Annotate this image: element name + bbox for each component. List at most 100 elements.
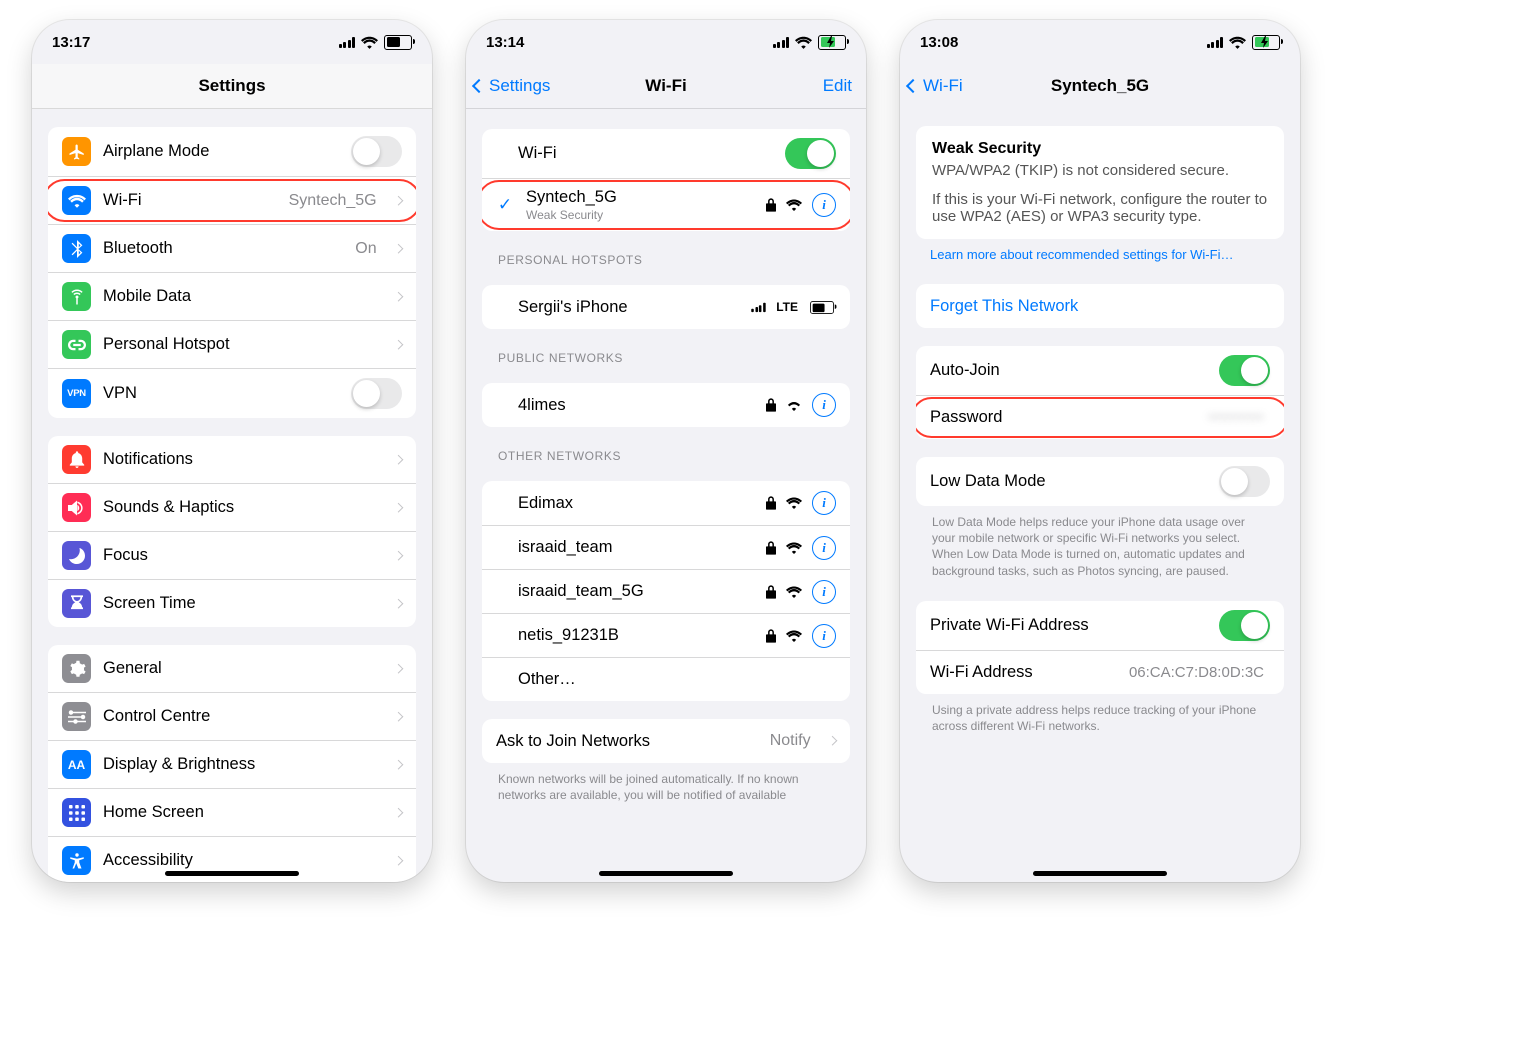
wifi-signal-icon <box>786 199 802 211</box>
back-button[interactable]: Wi-Fi <box>908 64 963 108</box>
status-icons <box>773 35 847 50</box>
row-label: Control Centre <box>103 707 383 726</box>
wifi-master-toggle[interactable] <box>785 138 836 169</box>
row-network-israaid-5g[interactable]: israaid_team_5G i <box>482 569 850 613</box>
page-title: Syntech_5G <box>1051 76 1149 96</box>
row-screen-time[interactable]: Screen Time <box>48 579 416 627</box>
auto-join-toggle[interactable] <box>1219 355 1270 386</box>
back-label: Wi-Fi <box>923 76 963 96</box>
row-auto-join[interactable]: Auto-Join <box>916 346 1284 395</box>
home-indicator <box>599 871 733 876</box>
wifi-status-icon <box>361 36 378 49</box>
row-label: Syntech_5G Weak Security <box>526 188 754 222</box>
chevron-right-icon <box>393 243 403 253</box>
row-ask-to-join[interactable]: Ask to Join Networks Notify <box>482 719 850 763</box>
row-connected-network[interactable]: ✓ Syntech_5G Weak Security i <box>482 178 850 231</box>
row-label: Notifications <box>103 450 383 469</box>
lock-icon <box>766 629 776 643</box>
row-label: Wi-Fi Address <box>930 663 1117 682</box>
row-network-other[interactable]: Other… <box>482 657 850 701</box>
row-label: Auto-Join <box>930 361 1207 380</box>
info-icon[interactable]: i <box>812 393 836 417</box>
row-wifi[interactable]: Wi-Fi Syntech_5G <box>48 176 416 224</box>
chevron-right-icon <box>393 195 403 205</box>
row-sounds-haptics[interactable]: Sounds & Haptics <box>48 483 416 531</box>
info-icon[interactable]: i <box>812 624 836 648</box>
row-airplane-mode[interactable]: Airplane Mode <box>48 127 416 176</box>
row-label: Wi-Fi <box>103 191 277 210</box>
airplane-toggle[interactable] <box>351 136 402 167</box>
info-icon[interactable]: i <box>812 580 836 604</box>
info-icon[interactable]: i <box>812 536 836 560</box>
wifi-content: Wi-Fi ✓ Syntech_5G Weak Security <box>466 109 866 882</box>
row-home-screen[interactable]: Home Screen <box>48 788 416 836</box>
row-label: Wi-Fi <box>518 144 773 163</box>
row-value: Notify <box>770 732 811 750</box>
row-forget-network[interactable]: Forget This Network <box>916 284 1284 328</box>
speaker-icon <box>62 493 91 522</box>
battery-charging-icon <box>818 35 846 50</box>
antenna-icon <box>62 282 91 311</box>
edit-button[interactable]: Edit <box>823 64 852 108</box>
row-private-wifi-address[interactable]: Private Wi-Fi Address <box>916 601 1284 650</box>
row-label: Password <box>930 408 1196 427</box>
status-bar: 13:08 <box>900 20 1300 64</box>
row-network-israaid[interactable]: israaid_team i <box>482 525 850 569</box>
chevron-right-icon <box>393 711 403 721</box>
row-network-4limes[interactable]: 4limes i <box>482 383 850 427</box>
row-personal-hotspot[interactable]: Personal Hotspot <box>48 320 416 368</box>
row-password[interactable]: Password •••••••••• <box>916 395 1284 439</box>
wifi-status-icon <box>1229 36 1246 49</box>
info-icon[interactable]: i <box>812 193 836 217</box>
row-vpn[interactable]: VPN VPN <box>48 368 416 418</box>
page-title: Settings <box>198 76 265 96</box>
back-button[interactable]: Settings <box>474 64 550 108</box>
row-label: Forget This Network <box>930 297 1270 316</box>
chevron-right-icon <box>393 291 403 301</box>
row-label: Private Wi-Fi Address <box>930 616 1207 635</box>
grid-icon <box>62 798 91 827</box>
row-label: Display & Brightness <box>103 755 383 774</box>
status-icons <box>339 35 413 50</box>
learn-more-link[interactable]: Learn more about recommended settings fo… <box>930 247 1270 262</box>
private-address-toggle[interactable] <box>1219 610 1270 641</box>
chevron-right-icon <box>393 598 403 608</box>
wifi-address-value: 06:CA:C7:D8:0D:3C <box>1129 664 1264 681</box>
aa-icon: AA <box>62 750 91 779</box>
row-wifi-toggle[interactable]: Wi-Fi <box>482 129 850 178</box>
accessibility-icon <box>62 846 91 875</box>
public-networks-header: PUBLIC NETWORKS <box>498 351 834 365</box>
row-hotspot-sergii[interactable]: Sergii's iPhone LTE <box>482 285 850 329</box>
row-general[interactable]: General <box>48 645 416 692</box>
wifi-screen: 13:14 Settings Wi-Fi Edit Wi-Fi <box>466 20 866 882</box>
row-network-netis[interactable]: netis_91231B i <box>482 613 850 657</box>
wifi-signal-icon <box>786 399 802 411</box>
vpn-toggle[interactable] <box>351 378 402 409</box>
chevron-right-icon <box>393 759 403 769</box>
row-label: israaid_team_5G <box>518 582 754 601</box>
info-icon[interactable]: i <box>812 491 836 515</box>
sliders-icon <box>62 702 91 731</box>
row-label: Accessibility <box>103 851 383 870</box>
row-low-data-mode[interactable]: Low Data Mode <box>916 457 1284 506</box>
row-value: On <box>355 240 376 258</box>
row-notifications[interactable]: Notifications <box>48 436 416 483</box>
personal-hotspots-group: Sergii's iPhone LTE <box>482 285 850 329</box>
hourglass-icon <box>62 589 91 618</box>
row-label: 4limes <box>518 396 754 415</box>
low-data-toggle[interactable] <box>1219 466 1270 497</box>
row-focus[interactable]: Focus <box>48 531 416 579</box>
nav-bar: Wi-Fi Syntech_5G <box>900 64 1300 108</box>
row-bluetooth[interactable]: Bluetooth On <box>48 224 416 272</box>
status-time: 13:14 <box>486 34 524 51</box>
row-label: Home Screen <box>103 803 383 822</box>
row-network-edimax[interactable]: Edimax i <box>482 481 850 525</box>
row-display-brightness[interactable]: AA Display & Brightness <box>48 740 416 788</box>
chevron-right-icon <box>393 855 403 865</box>
settings-screen: 13:17 Settings Airplane Mode <box>32 20 432 882</box>
cellular-signal-icon <box>751 302 765 312</box>
wifi-signal-icon <box>786 630 802 642</box>
row-control-centre[interactable]: Control Centre <box>48 692 416 740</box>
row-mobile-data[interactable]: Mobile Data <box>48 272 416 320</box>
lock-icon <box>766 585 776 599</box>
